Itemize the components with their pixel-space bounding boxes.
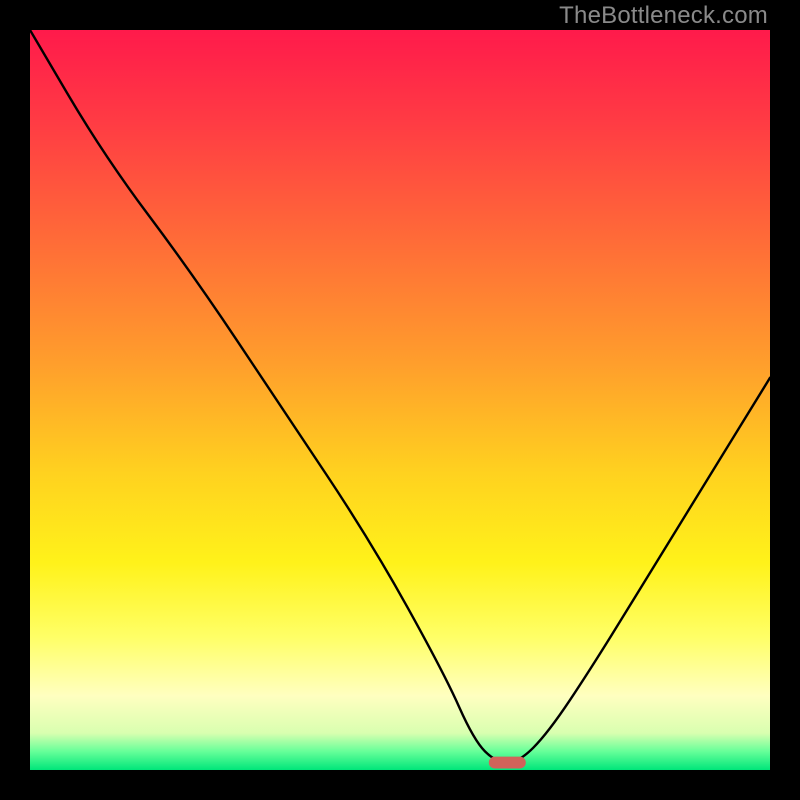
watermark-text: TheBottleneck.com (559, 2, 768, 30)
chart-frame (30, 30, 770, 770)
gradient-background (30, 30, 770, 770)
bottleneck-chart (30, 30, 770, 770)
optimal-marker (489, 757, 526, 769)
